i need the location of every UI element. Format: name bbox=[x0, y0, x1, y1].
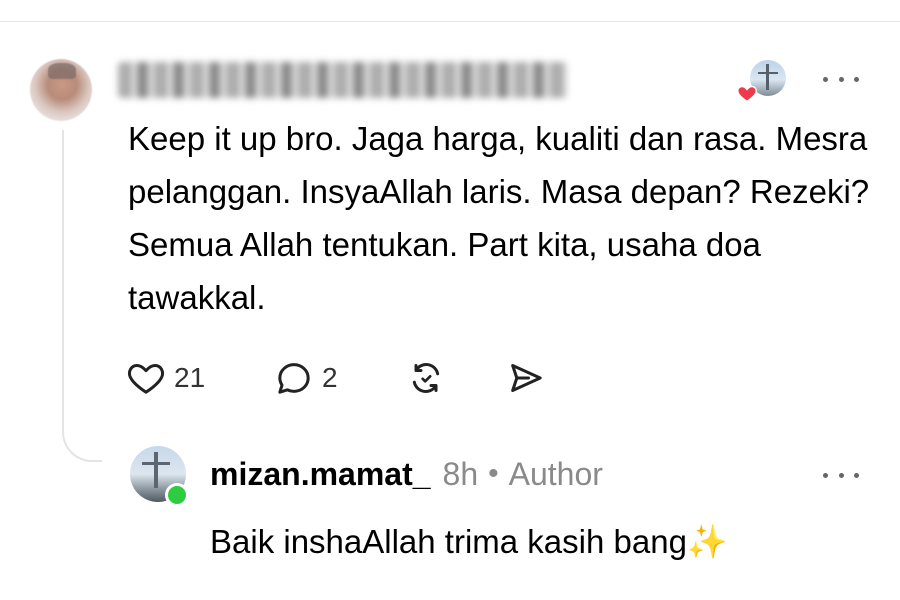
more-options-icon[interactable] bbox=[823, 74, 859, 84]
author-badge: Author bbox=[508, 455, 603, 492]
like-button[interactable]: 21 bbox=[126, 358, 274, 398]
reply-timestamp: 8h bbox=[442, 455, 479, 492]
thread-connector-line bbox=[62, 130, 102, 462]
commenter-avatar[interactable] bbox=[30, 59, 92, 121]
commenter-username-blurred[interactable] bbox=[118, 62, 568, 98]
reply-text-body: Baik inshaAllah trima kasih bang bbox=[210, 523, 687, 560]
comment-text: Keep it up bro. Jaga harga, kualiti dan … bbox=[128, 120, 870, 316]
top-divider bbox=[0, 21, 900, 22]
share-send-icon bbox=[511, 364, 542, 392]
like-count: 21 bbox=[174, 362, 206, 393]
share-button[interactable] bbox=[506, 358, 546, 398]
repost-icon bbox=[412, 363, 440, 393]
liked-by-author-heart-icon bbox=[737, 85, 757, 103]
reply-more-options-icon[interactable] bbox=[823, 470, 859, 480]
reply-count: 2 bbox=[322, 362, 338, 393]
reply-separator: • bbox=[488, 457, 499, 490]
reply-header: mizan.mamat_ 8h • Author bbox=[210, 452, 603, 496]
reply-username[interactable]: mizan.mamat_ bbox=[210, 456, 431, 493]
sparkles-emoji: ✨ bbox=[686, 523, 729, 560]
online-status-dot bbox=[165, 483, 189, 507]
comment-actions: 21 2 bbox=[126, 354, 546, 402]
reply-bubble-icon bbox=[278, 363, 310, 394]
repost-button[interactable] bbox=[406, 358, 506, 398]
reply-button[interactable]: 2 bbox=[274, 358, 406, 398]
heart-icon bbox=[128, 364, 164, 394]
reply-text: Baik inshaAllah trima kasih bang✨ bbox=[210, 518, 728, 566]
